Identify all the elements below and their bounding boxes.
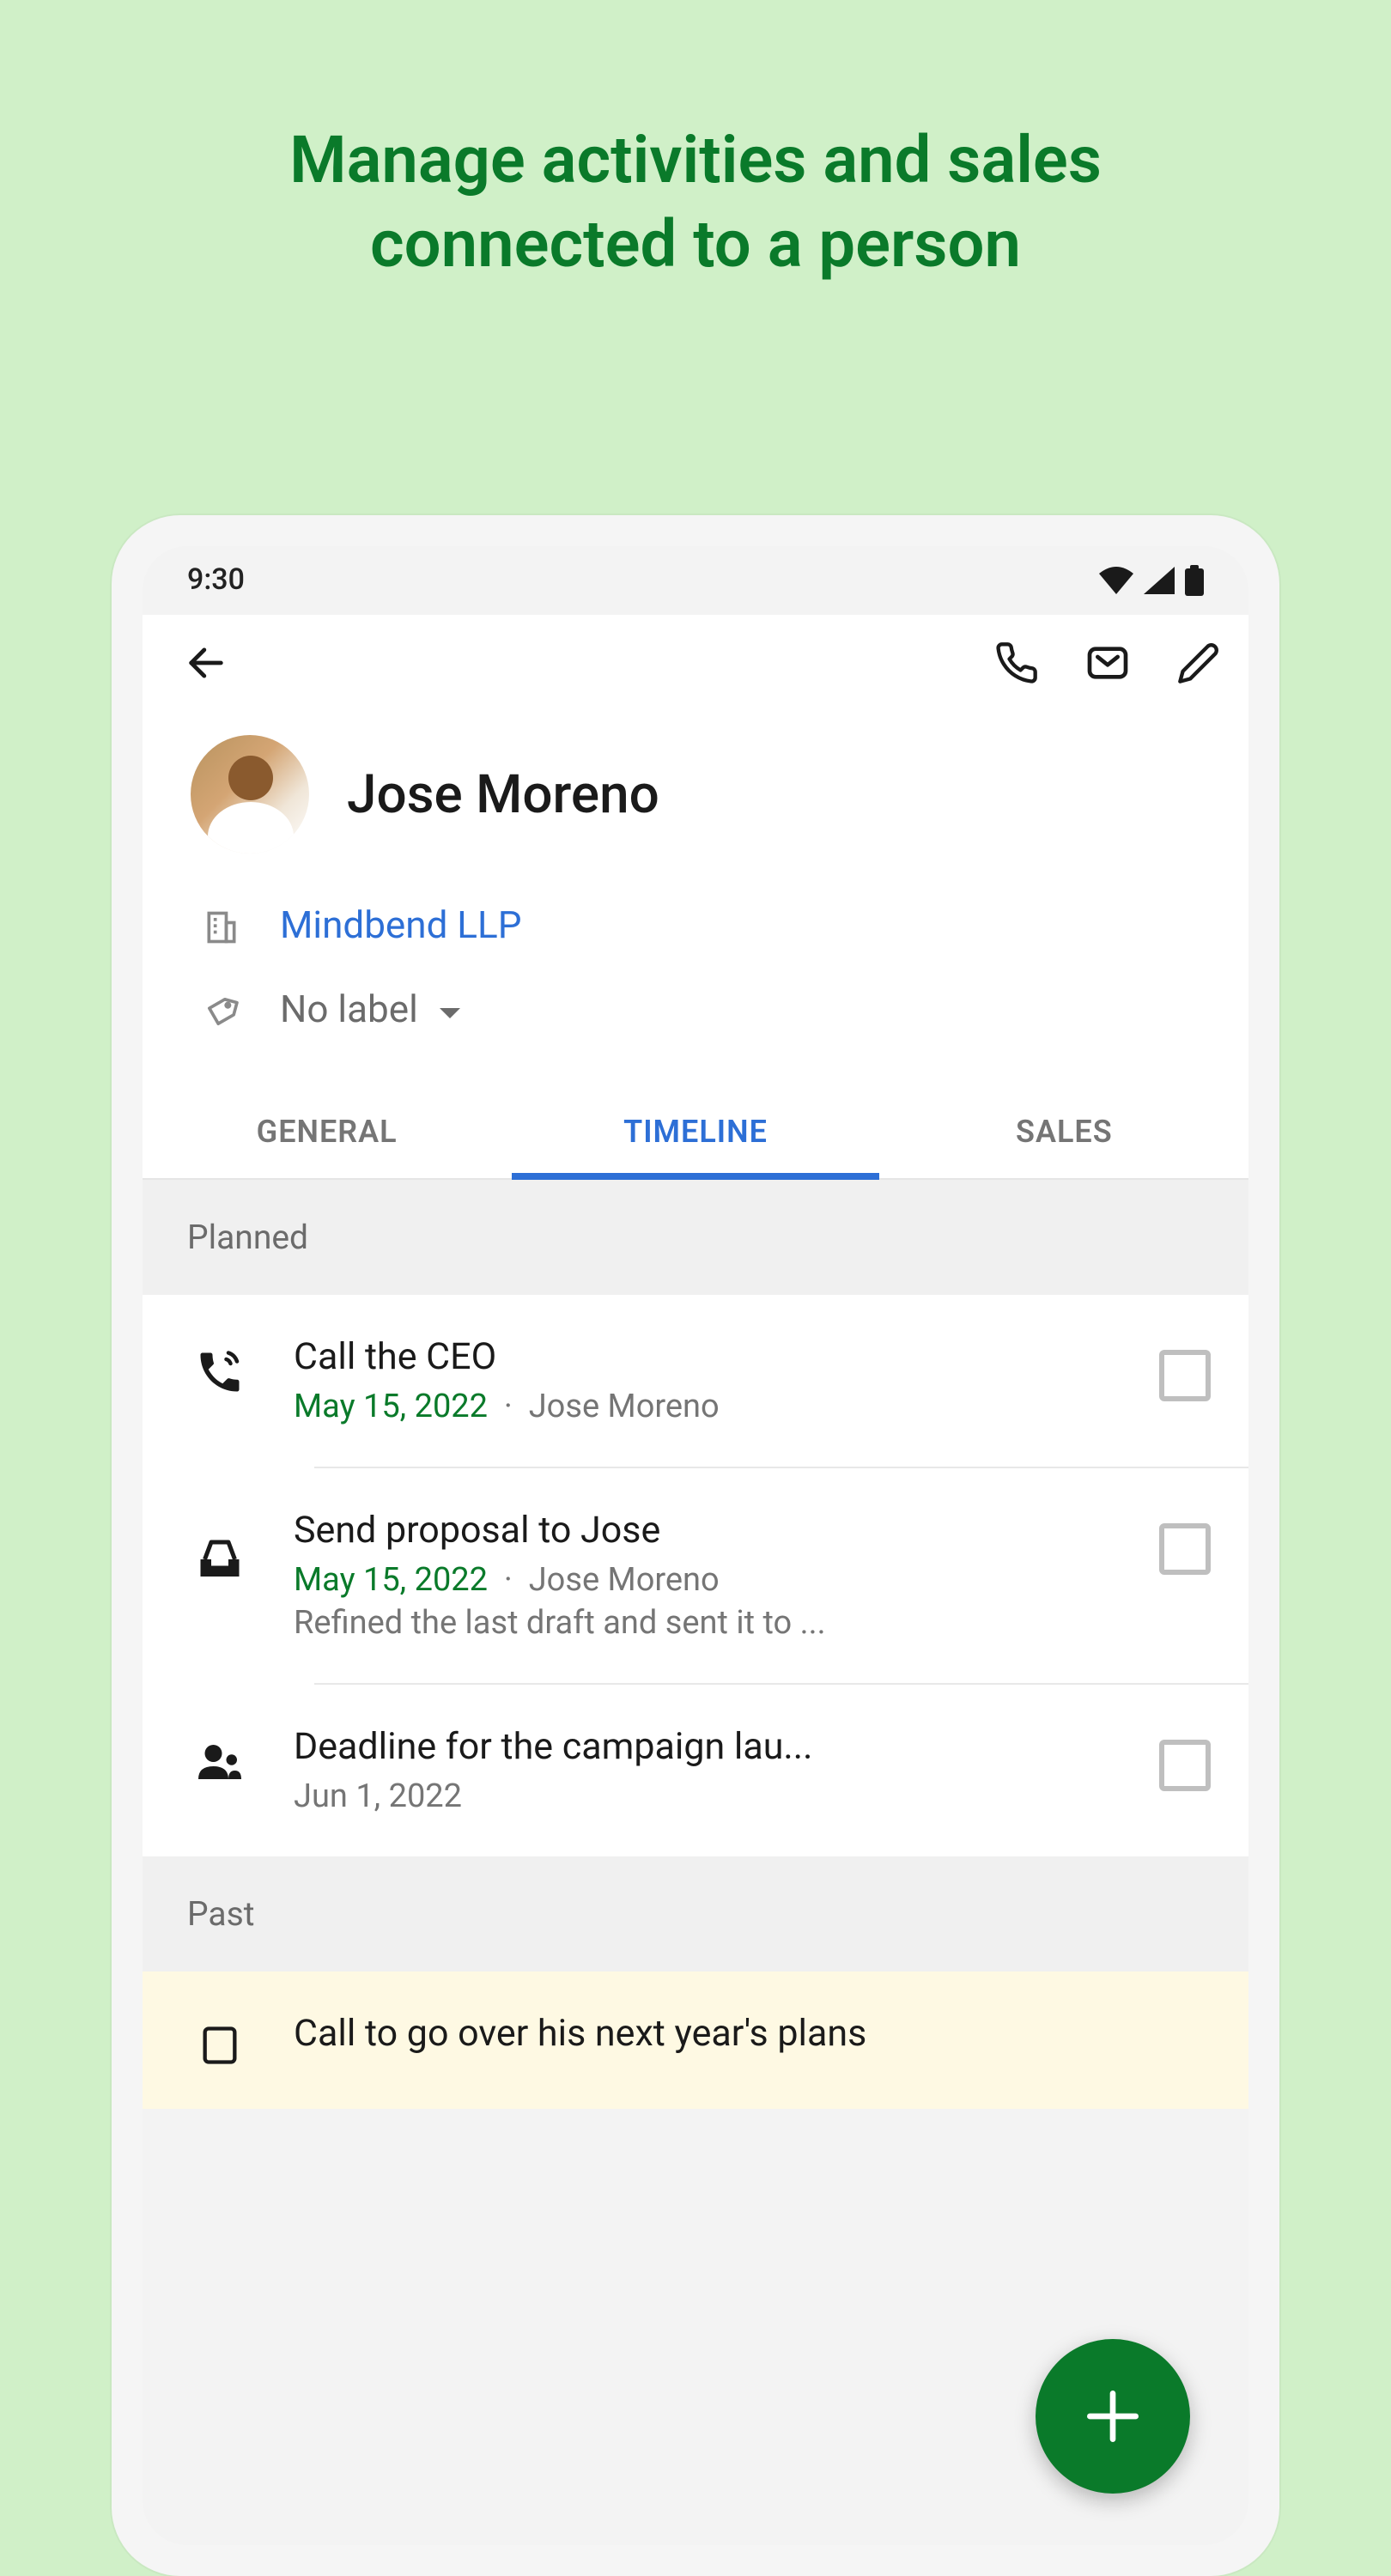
tab-bar: GENERAL TIMELINE SALES [143, 1087, 1248, 1180]
people-icon [187, 1726, 252, 1788]
screen: 9:30 [143, 546, 1248, 2545]
phone-icon [994, 641, 1039, 685]
activity-title: Deadline for the campaign lau... [294, 1726, 1118, 1769]
activity-title: Send proposal to Jose [294, 1510, 1118, 1552]
company-link[interactable]: Mindbend LLP [280, 905, 521, 948]
wifi-icon [1099, 567, 1133, 594]
label-text: No label [280, 989, 418, 1032]
status-time: 9:30 [187, 563, 245, 598]
section-past-header: Past [143, 1856, 1248, 1971]
activity-row[interactable]: Deadline for the campaign lau... Jun 1, … [143, 1685, 1248, 1856]
signal-icon [1144, 567, 1175, 594]
phone-call-icon [187, 1336, 252, 1398]
planned-list: Call the CEO May 15, 2022 · Jose Moreno … [143, 1295, 1248, 1856]
status-bar: 9:30 [143, 546, 1248, 615]
back-button[interactable] [170, 627, 242, 706]
fab-add-button[interactable] [1036, 2339, 1190, 2494]
activity-row[interactable]: Call the CEO May 15, 2022 · Jose Moreno [143, 1295, 1248, 1467]
device-frame: 9:30 [112, 515, 1279, 2576]
battery-icon [1185, 565, 1204, 596]
chevron-down-icon [439, 996, 463, 1029]
email-button[interactable] [1084, 639, 1132, 694]
activity-title: Call to go over his next year's plans [294, 2013, 1211, 2056]
activity-checkbox[interactable] [1159, 1350, 1211, 1401]
activity-meta: May 15, 2022 · Jose Moreno [294, 1559, 1118, 1599]
plus-icon [1078, 2382, 1147, 2451]
tag-icon [201, 992, 242, 1030]
activity-row[interactable]: Send proposal to Jose May 15, 2022 · Jos… [143, 1468, 1248, 1683]
marketing-headline: Manage activities and sales connected to… [0, 0, 1391, 290]
status-icons [1099, 565, 1204, 596]
avatar[interactable] [191, 735, 309, 854]
note-icon [187, 2013, 252, 2068]
call-button[interactable] [994, 641, 1039, 692]
label-selector[interactable]: No label [191, 969, 1200, 1053]
app-header: Jose Moreno Mindbend LLP No label [143, 615, 1248, 1087]
activity-checkbox[interactable] [1159, 1740, 1211, 1791]
activity-title: Call the CEO [294, 1336, 1118, 1379]
past-activity-row[interactable]: Call to go over his next year's plans [143, 1971, 1248, 2109]
arrow-left-icon [184, 641, 228, 685]
building-icon [201, 908, 242, 945]
tab-sales[interactable]: SALES [880, 1087, 1248, 1178]
edit-button[interactable] [1176, 641, 1221, 692]
section-planned-header: Planned [143, 1180, 1248, 1295]
inbox-icon [187, 1510, 252, 1585]
activity-meta: Jun 1, 2022 [294, 1776, 1118, 1815]
pencil-icon [1176, 641, 1221, 685]
contact-name: Jose Moreno [347, 762, 659, 826]
activity-checkbox[interactable] [1159, 1523, 1211, 1575]
mail-icon [1084, 639, 1132, 687]
activity-meta: May 15, 2022 · Jose Moreno [294, 1386, 1118, 1425]
tab-general[interactable]: GENERAL [143, 1087, 511, 1178]
tab-timeline[interactable]: TIMELINE [511, 1087, 879, 1178]
activity-note: Refined the last draft and sent it to ..… [294, 1602, 1118, 1642]
